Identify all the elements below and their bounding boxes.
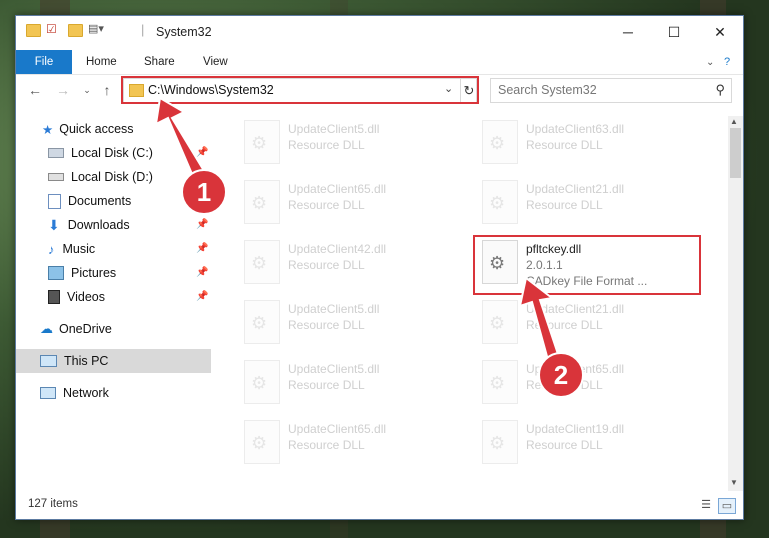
callout-2: 2 <box>538 352 584 398</box>
callout-1: 1 <box>181 169 227 215</box>
annotation-arrows <box>154 96 564 368</box>
